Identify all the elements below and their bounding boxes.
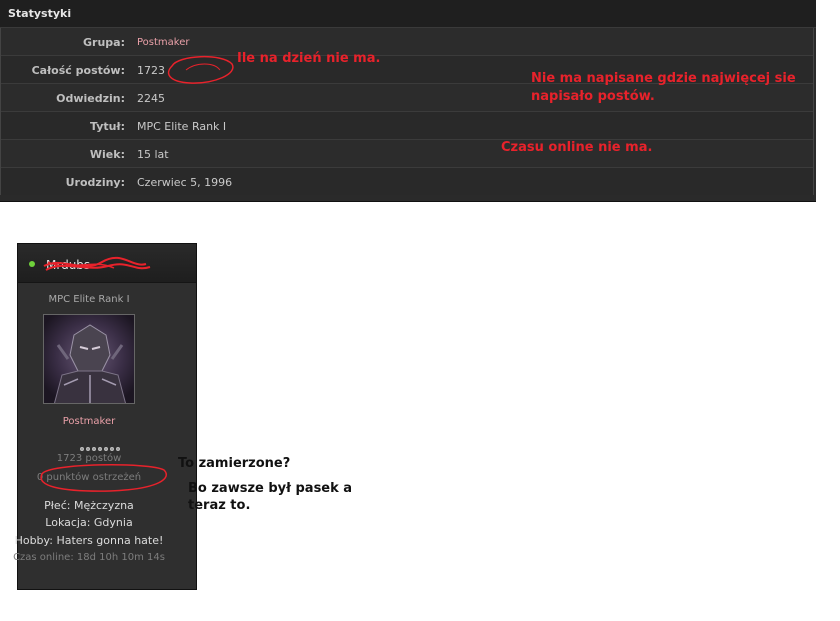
stats-table: Grupa: Postmaker Całość postów: 1723 Odw… <box>0 28 814 195</box>
annotation-intended: To zamierzone? <box>178 456 291 471</box>
avatar <box>43 314 135 404</box>
stats-row-group: Grupa: Postmaker <box>1 28 813 56</box>
stats-value: 15 lat <box>137 148 169 161</box>
stats-row-title: Tytuł: MPC Elite Rank I <box>1 112 813 140</box>
online-status-icon <box>29 261 35 267</box>
stats-label: Odwiedzin: <box>56 92 125 105</box>
stats-row-visits: Odwiedzin: 2245 <box>1 84 813 112</box>
profile-online-time: Czas online: 18d 10h 10m 14s <box>13 552 165 563</box>
annotation-online-time: Czasu online nie ma. <box>501 140 653 155</box>
annotation-per-day: Ile na dzień nie ma. <box>237 51 381 66</box>
rank-pips <box>80 436 122 451</box>
profile-hobby: Hobby: Haters gonna hate! <box>14 534 164 547</box>
profile-gender: Płeć: Mężczyzna <box>44 499 134 512</box>
stats-label: Całość postów: <box>31 64 125 77</box>
rank-pip <box>104 447 108 451</box>
rank-pip <box>98 447 102 451</box>
rank-pip <box>110 447 114 451</box>
profile-header: Mrdubs <box>18 244 196 283</box>
censored-username-scribble: Mrdubs <box>43 256 151 272</box>
stats-value: Czerwiec 5, 1996 <box>137 176 233 189</box>
stats-header: Statystyki <box>0 0 816 28</box>
profile-location: Lokacja: Gdynia <box>45 516 133 529</box>
stats-label: Wiek: <box>89 148 125 161</box>
stats-label: Urodziny: <box>65 176 125 189</box>
stats-title: Statystyki <box>8 7 72 20</box>
profile-post-count: 1723 postów <box>56 453 122 464</box>
profile-group-link[interactable]: Postmaker <box>0 416 178 427</box>
rank-pip <box>86 447 90 451</box>
stats-value-group-link[interactable]: Postmaker <box>137 37 190 48</box>
profile-rank: MPC Elite Rank I <box>48 294 130 305</box>
stats-value: 1723 <box>137 64 165 77</box>
stats-row-birthday: Urodziny: Czerwiec 5, 1996 <box>1 168 813 195</box>
stats-label: Tytuł: <box>90 120 125 133</box>
stats-value: 2245 <box>137 92 165 105</box>
rank-pip <box>92 447 96 451</box>
stats-value: MPC Elite Rank I <box>137 120 227 133</box>
annotation-most-posts-line2: napisało postów. <box>531 89 655 104</box>
rank-pip <box>80 447 84 451</box>
annotation-bar-line2: teraz to. <box>188 498 251 513</box>
stats-label: Grupa: <box>83 36 125 49</box>
annotation-most-posts-line1: Nie ma napisane gdzie najwięcej sie <box>531 71 796 86</box>
stats-panel: Statystyki Grupa: Postmaker Całość postó… <box>0 0 816 202</box>
profile-warning-points: 0 punktów ostrzeżeń <box>36 472 142 483</box>
stats-row-age: Wiek: 15 lat <box>1 140 813 168</box>
annotation-bar-line1: Bo zawsze był pasek a <box>188 481 353 496</box>
rank-pip <box>116 447 120 451</box>
